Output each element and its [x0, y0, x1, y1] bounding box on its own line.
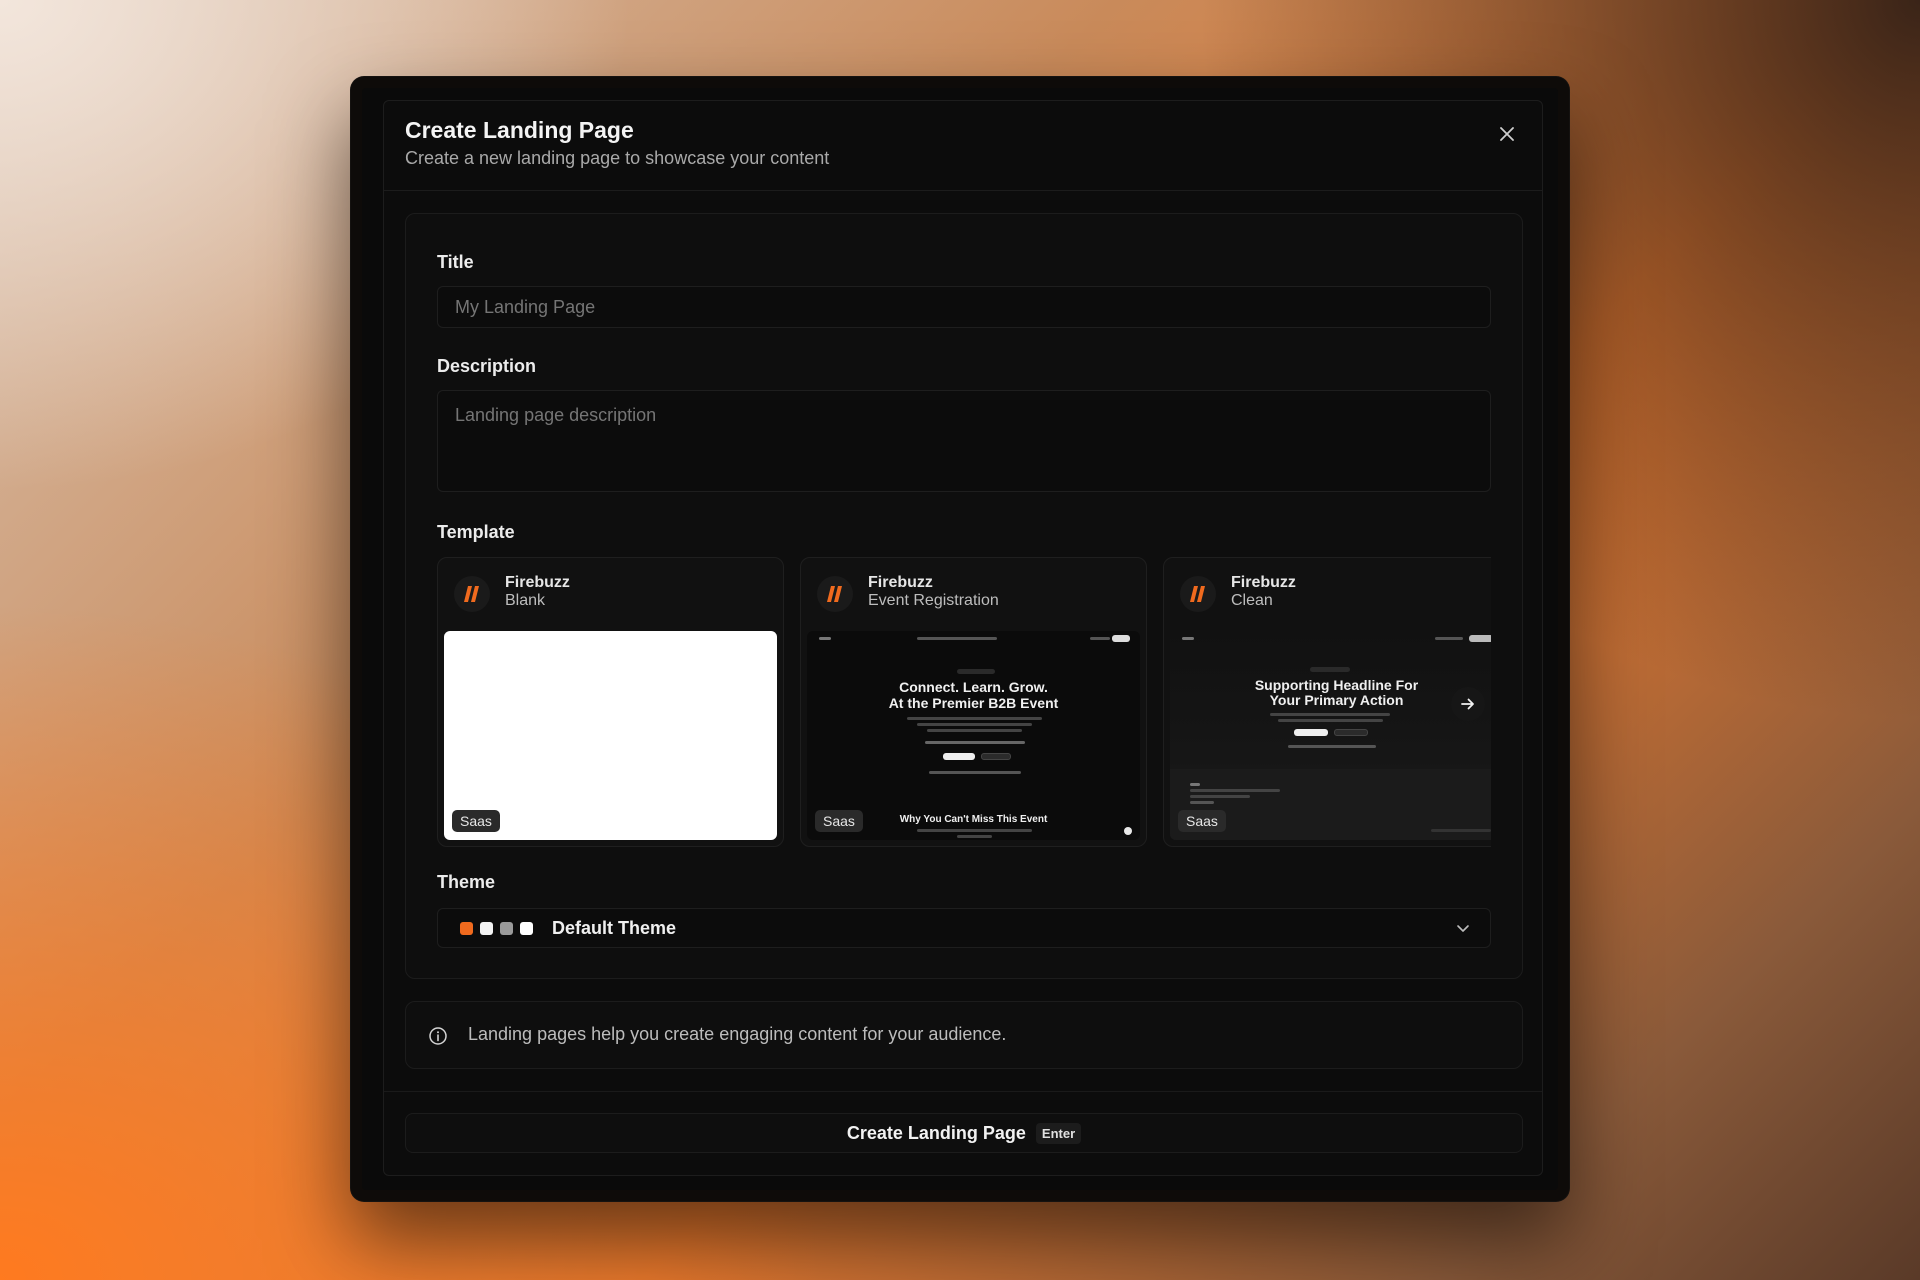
create-landing-page-button[interactable]: Create Landing Page Enter: [405, 1113, 1523, 1153]
firebuzz-logo-icon: [454, 576, 490, 612]
carousel-next-button[interactable]: [1451, 687, 1485, 721]
template-card-header: Firebuzz Event Registration: [801, 558, 1146, 628]
template-badge: Saas: [452, 810, 500, 832]
template-badge: Saas: [1178, 810, 1226, 832]
close-icon: [1500, 127, 1514, 141]
template-name: Clean: [1231, 592, 1273, 609]
preview-headline: Connect. Learn. Grow.: [899, 679, 1048, 695]
template-card-clean[interactable]: Firebuzz Clean Supporting Headline For Y…: [1163, 557, 1491, 847]
dialog-title: Create Landing Page: [405, 117, 634, 143]
theme-label: Theme: [437, 872, 496, 892]
theme-swatch-light: [480, 922, 493, 935]
template-badge: Saas: [815, 810, 863, 832]
info-text: Landing pages help you create engaging c…: [468, 1024, 1007, 1044]
theme-swatch-gray: [500, 922, 513, 935]
chevron-down-icon: [1457, 925, 1469, 932]
footer-divider: [384, 1091, 1542, 1092]
form-card: Title Description Template Firebuzz Blan…: [405, 213, 1523, 979]
template-name: Event Registration: [868, 592, 999, 609]
template-preview-event: Connect. Learn. Grow. At the Premier B2B…: [807, 631, 1140, 840]
template-card-header: Firebuzz Clean: [1164, 558, 1491, 628]
info-callout: Landing pages help you create engaging c…: [405, 1001, 1523, 1069]
preview-headline-2: At the Premier B2B Event: [888, 695, 1059, 711]
template-name: Blank: [505, 592, 546, 609]
theme-selected-value: Default Theme: [552, 918, 677, 938]
template-brand: Firebuzz: [505, 574, 570, 591]
create-landing-page-dialog: Create Landing Page Create a new landing…: [383, 100, 1543, 1176]
theme-swatch-accent: [460, 922, 473, 935]
template-card-header: Firebuzz Blank: [438, 558, 783, 628]
theme-swatch-white: [520, 922, 533, 935]
template-brand: Firebuzz: [1231, 574, 1296, 591]
theme-select[interactable]: Default Theme: [437, 908, 1491, 948]
template-label: Template: [437, 522, 515, 542]
template-preview-blank: [444, 631, 777, 840]
firebuzz-logo-icon: [817, 576, 853, 612]
info-icon: [429, 1027, 447, 1045]
description-input[interactable]: [437, 390, 1491, 492]
create-button-label: Create Landing Page: [846, 1122, 1026, 1143]
preview-headline: Supporting Headline For: [1254, 677, 1419, 693]
dialog-header: Create Landing Page Create a new landing…: [384, 101, 1542, 191]
dialog-subtitle: Create a new landing page to showcase yo…: [405, 148, 830, 168]
title-input[interactable]: [437, 286, 1491, 328]
template-card-event-registration[interactable]: Firebuzz Event Registration Connect. Lea…: [800, 557, 1147, 847]
title-label: Title: [437, 252, 474, 272]
template-carousel: Firebuzz Blank Saas Firebuzz Event Regis…: [437, 557, 1491, 847]
close-button[interactable]: [1494, 121, 1520, 147]
template-card-blank[interactable]: Firebuzz Blank Saas: [437, 557, 784, 847]
arrow-right-icon: [1461, 698, 1474, 710]
enter-shortcut-badge: Enter: [1035, 1122, 1082, 1144]
firebuzz-logo-icon: [1180, 576, 1216, 612]
description-label: Description: [437, 356, 537, 376]
template-preview-clean: Supporting Headline For Your Primary Act…: [1170, 631, 1491, 840]
template-brand: Firebuzz: [868, 574, 933, 591]
preview-headline-2: Your Primary Action: [1269, 692, 1404, 708]
